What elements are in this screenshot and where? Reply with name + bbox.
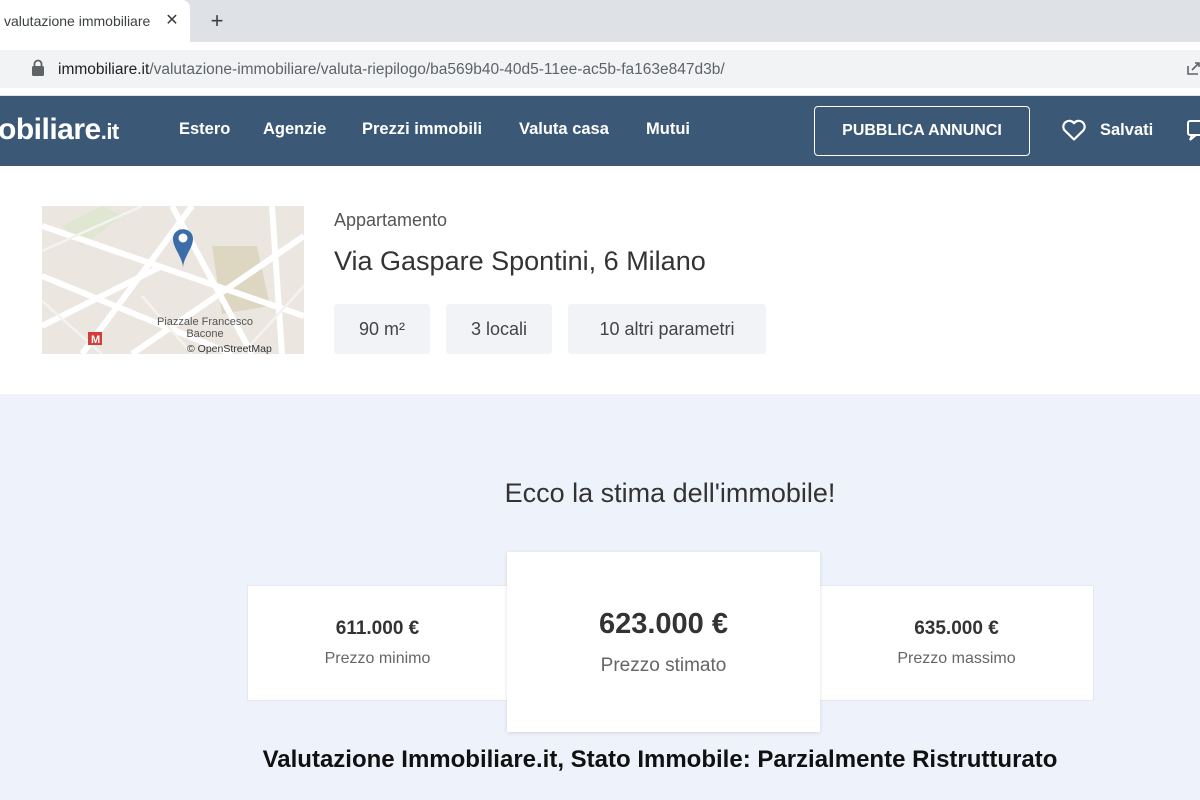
publish-button[interactable]: PUBBLICA ANNUNCI — [814, 106, 1030, 156]
chip-rooms: 3 locali — [446, 304, 552, 354]
min-price-label: Prezzo minimo — [324, 650, 431, 667]
nav-mutui[interactable]: Mutui — [646, 120, 690, 139]
svg-text:M: M — [91, 334, 100, 346]
max-price-card: 635.000 € Prezzo massimo — [819, 585, 1094, 701]
site-logo[interactable]: obiliare.it — [0, 113, 119, 147]
estimated-price-card: 623.000 € Prezzo stimato — [507, 552, 820, 732]
browser-toolbar: immobiliare.it/valutazione-immobiliare/v… — [0, 42, 1200, 96]
nav-agenzie[interactable]: Agenzie — [263, 120, 326, 139]
lock-icon — [32, 59, 44, 76]
property-type: Appartamento — [334, 210, 448, 230]
browser-tab-strip: valutazione immobiliare ✕ + — [0, 0, 1200, 42]
chip-surface: 90 m² — [334, 304, 430, 354]
estimated-price-value: 623.000 € — [598, 607, 728, 640]
chip-other-params[interactable]: 10 altri parametri — [568, 304, 766, 354]
close-icon[interactable]: ✕ — [162, 10, 182, 30]
saved-link[interactable]: Salvati — [1100, 121, 1153, 140]
url-text[interactable]: immobiliare.it/valutazione-immobiliare/v… — [58, 61, 725, 79]
property-summary: M Piazzale Francesco Bacone © OpenStreet… — [0, 166, 1200, 394]
estimate-section: Ecco la stima dell'immobile! 611.000 € P… — [0, 394, 1200, 800]
map-label: Piazzale Francesco Bacone — [157, 316, 253, 340]
property-map[interactable]: M Piazzale Francesco Bacone © OpenStreet… — [42, 206, 304, 354]
site-header: obiliare.it Estero Agenzie Prezzi immobi… — [0, 96, 1200, 166]
property-address: Via Gaspare Spontini, 6 Milano — [334, 246, 706, 276]
image-caption: Valutazione Immobiliare.it, Stato Immobi… — [262, 746, 1058, 773]
map-attribution: © OpenStreetMap — [187, 343, 272, 354]
min-price-value: 611.000 € — [335, 618, 420, 639]
url-path: /valutazione-immobiliare/valuta-riepilog… — [149, 61, 725, 78]
max-price-value: 635.000 € — [914, 618, 999, 639]
heart-icon[interactable] — [1061, 118, 1087, 142]
nav-valuta-casa[interactable]: Valuta casa — [519, 120, 609, 139]
estimate-title: Ecco la stima dell'immobile! — [504, 478, 836, 508]
logo-tld: .it — [100, 119, 120, 144]
max-price-label: Prezzo massimo — [897, 650, 1016, 667]
estimated-price-label: Prezzo stimato — [600, 654, 727, 676]
message-icon[interactable] — [1186, 118, 1200, 142]
share-icon[interactable] — [1186, 60, 1200, 76]
nav-prezzi-immobili[interactable]: Prezzi immobili — [362, 120, 482, 139]
min-price-card: 611.000 € Prezzo minimo — [247, 585, 508, 701]
nav-estero[interactable]: Estero — [179, 120, 230, 139]
logo-main: obiliare — [0, 113, 101, 146]
tab-title: valutazione immobiliare — [4, 13, 151, 29]
browser-tab[interactable]: valutazione immobiliare ✕ — [0, 0, 190, 42]
url-host: immobiliare.it — [58, 61, 150, 78]
plus-icon[interactable]: + — [205, 8, 229, 33]
